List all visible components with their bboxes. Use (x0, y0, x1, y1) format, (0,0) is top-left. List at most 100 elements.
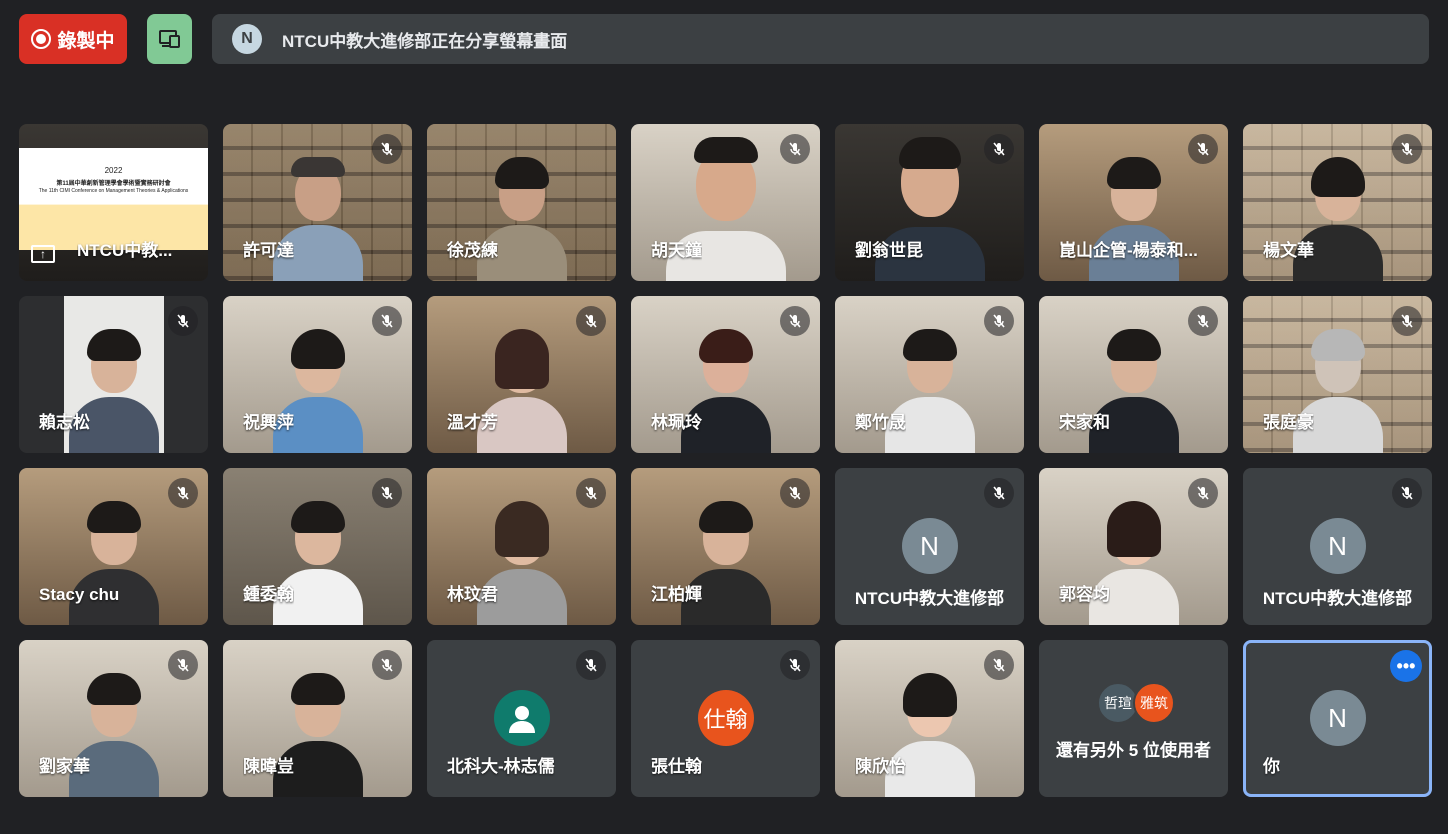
participant-tile[interactable]: 胡天鐘 (631, 124, 820, 281)
mic-off-icon (372, 306, 402, 336)
mic-off-icon (1188, 478, 1218, 508)
participant-name: 崑山企管-楊泰和... (1059, 241, 1198, 260)
mic-off-icon (984, 650, 1014, 680)
participant-tile[interactable]: 郭容均 (1039, 468, 1228, 625)
mic-off-icon (1188, 134, 1218, 164)
participant-name: 溫才芳 (447, 413, 498, 432)
participant-video (680, 323, 771, 453)
presentation-tile[interactable]: 2022 第11屆中華創新管理學會學術暨實務研討會 The 11th CIMI … (19, 124, 208, 281)
participant-name: 陳暐豈 (243, 757, 294, 776)
participant-tile[interactable]: 許可達 (223, 124, 412, 281)
participant-name: 江柏輝 (651, 585, 702, 604)
others-avatars: 哲瑄 雅筑 (1097, 682, 1175, 724)
participant-name: 鄭竹晟 (855, 413, 906, 432)
participant-name: 胡天鐘 (651, 241, 702, 260)
participant-name: 劉翁世昆 (855, 241, 923, 260)
participant-tile[interactable]: 祝興萍 (223, 296, 412, 453)
participant-tile[interactable]: 鍾委翰 (223, 468, 412, 625)
participant-tile[interactable]: 劉翁世昆 (835, 124, 1024, 281)
participant-tile[interactable]: 宋家和 (1039, 296, 1228, 453)
participant-name: NTCU中教大進修部 (1262, 589, 1413, 608)
mic-off-icon (1392, 134, 1422, 164)
mic-off-icon (168, 478, 198, 508)
mic-off-icon (168, 650, 198, 680)
avatar: N (1309, 690, 1366, 746)
participant-name: 林玟君 (447, 585, 498, 604)
mic-off-icon (780, 478, 810, 508)
mic-off-icon (1392, 478, 1422, 508)
mic-off-icon (780, 306, 810, 336)
participant-tile[interactable]: 林玟君 (427, 468, 616, 625)
participant-tile[interactable]: 楊文華 (1243, 124, 1432, 281)
participant-video (884, 667, 975, 797)
shared-slide: 2022 第11屆中華創新管理學會學術暨實務研討會 The 11th CIMI … (19, 148, 208, 250)
participant-name: 北科大-林志儒 (447, 757, 555, 776)
others-tile[interactable]: 哲瑄 雅筑 還有另外 5 位使用者 (1039, 640, 1228, 797)
mic-off-icon (372, 134, 402, 164)
participant-video (1088, 323, 1179, 453)
participant-name: 你 (1263, 757, 1280, 776)
screen-share-banner: N NTCU中教大進修部正在分享螢幕畫面 (212, 14, 1429, 64)
present-screen-icon: ↑ (31, 245, 55, 263)
participant-tile[interactable]: 仕翰 張仕翰 (631, 640, 820, 797)
mic-off-icon (576, 650, 606, 680)
avatar: 仕翰 (697, 690, 754, 746)
mic-off-icon (984, 134, 1014, 164)
participant-video (68, 667, 159, 797)
participant-tile[interactable]: 徐茂練 (427, 124, 616, 281)
participant-name: 張庭豪 (1263, 413, 1314, 432)
participant-video (1292, 323, 1383, 453)
participant-tile[interactable]: 張庭豪 (1243, 296, 1432, 453)
slide-year: 2022 (104, 166, 123, 175)
participant-video (272, 323, 363, 453)
participant-video (476, 495, 567, 625)
participant-name: 宋家和 (1059, 413, 1110, 432)
participant-video (1292, 151, 1383, 281)
mic-off-icon (372, 478, 402, 508)
participant-tile[interactable]: 賴志松 (19, 296, 208, 453)
participant-tile[interactable]: N NTCU中教大進修部 (835, 468, 1024, 625)
present-button[interactable] (147, 14, 192, 64)
participant-video (1088, 495, 1179, 625)
participant-tile[interactable]: 溫才芳 (427, 296, 616, 453)
mic-off-icon (780, 134, 810, 164)
participant-tile[interactable]: Stacy chu (19, 468, 208, 625)
self-tile[interactable]: ••• N 你 (1243, 640, 1432, 797)
participant-name: 徐茂練 (447, 241, 498, 260)
participant-video (68, 495, 159, 625)
participant-video (272, 495, 363, 625)
person-icon (493, 690, 550, 746)
participant-name: 祝興萍 (243, 413, 294, 432)
participant-tile[interactable]: 劉家華 (19, 640, 208, 797)
participant-tile[interactable]: 林珮玲 (631, 296, 820, 453)
mic-off-icon (984, 478, 1014, 508)
top-bar: 錄製中 N NTCU中教大進修部正在分享螢幕畫面 (0, 0, 1448, 80)
participant-name: 林珮玲 (651, 413, 702, 432)
participant-video (476, 151, 567, 281)
participant-tile[interactable]: 崑山企管-楊泰和... (1039, 124, 1228, 281)
participant-name: 張仕翰 (651, 757, 702, 776)
participant-video (884, 323, 975, 453)
participant-tile[interactable]: 陳暐豈 (223, 640, 412, 797)
mic-off-icon (372, 650, 402, 680)
mic-off-icon (576, 306, 606, 336)
participant-name: NTCU中教大進修部 (854, 589, 1005, 608)
avatar: N (1309, 518, 1366, 574)
participant-tile[interactable]: 陳欣怡 (835, 640, 1024, 797)
participant-name: 鍾委翰 (243, 585, 294, 604)
participant-name: Stacy chu (39, 585, 120, 604)
mic-off-icon (1188, 306, 1218, 336)
recording-button[interactable]: 錄製中 (19, 14, 127, 64)
mic-off-icon (168, 306, 198, 336)
present-screen-icon (158, 30, 180, 48)
participant-grid: 2022 第11屆中華創新管理學會學術暨實務研討會 The 11th CIMI … (19, 124, 1432, 797)
share-banner-text: NTCU中教大進修部正在分享螢幕畫面 (282, 31, 568, 51)
avatar: N (901, 518, 958, 574)
participant-tile[interactable]: 江柏輝 (631, 468, 820, 625)
participant-tile[interactable]: N NTCU中教大進修部 (1243, 468, 1432, 625)
participant-video (272, 667, 363, 797)
participant-tile[interactable]: 北科大-林志儒 (427, 640, 616, 797)
record-icon (31, 29, 52, 49)
participant-tile[interactable]: 鄭竹晟 (835, 296, 1024, 453)
more-icon[interactable]: ••• (1390, 650, 1422, 682)
